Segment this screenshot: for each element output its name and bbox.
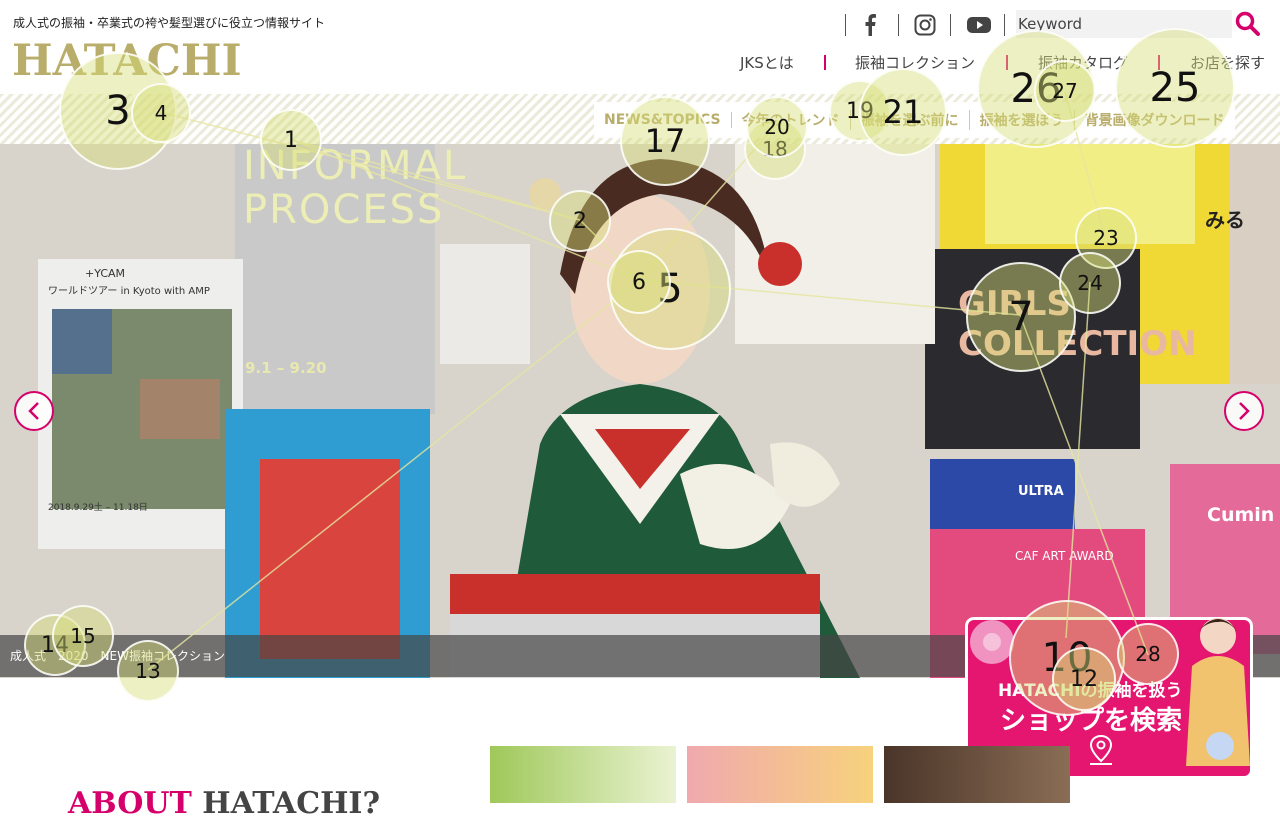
poster-date-range: 9.1 – 9.20 [245, 359, 327, 377]
annotation-marker: 27 [1034, 60, 1096, 122]
annotation-marker: 12 [1052, 647, 1116, 711]
annotation-marker: 2 [549, 190, 611, 252]
instagram-icon[interactable] [914, 12, 936, 38]
annotation-marker: 25 [1115, 28, 1235, 148]
search-icon[interactable] [1234, 10, 1262, 38]
map-pin-icon [1089, 734, 1113, 765]
divider [845, 14, 846, 36]
poster-ultra: ULTRA [1018, 484, 1064, 499]
annotation-marker: 6 [607, 250, 671, 314]
chevron-right-icon [1239, 402, 1250, 420]
next-slide-button[interactable] [1224, 391, 1264, 431]
divider [950, 14, 951, 36]
nav-jks[interactable]: JKSとは [740, 52, 794, 73]
poster-miru: みる [1205, 208, 1245, 232]
divider [824, 55, 826, 70]
annotation-marker: 21 [859, 68, 947, 156]
divider [1004, 14, 1005, 36]
thumbnail-3[interactable] [884, 746, 1070, 803]
poster-ycam-title: +YCAM [85, 267, 126, 280]
annotation-marker: 4 [131, 83, 191, 143]
model-thumbnail [1186, 618, 1250, 766]
thumbnail-1[interactable] [490, 746, 676, 803]
thumbnail-2[interactable] [687, 746, 873, 803]
poster-ycam-sub: ワールドツアー in Kyoto with AMP [48, 286, 210, 297]
youtube-icon[interactable] [967, 12, 991, 38]
about-heading: ABOUT HATACHI? [68, 786, 380, 821]
annotation-marker: 13 [117, 640, 179, 702]
about-word2: HATACHI? [202, 786, 381, 821]
site-tagline: 成人式の振袖・卒業式の袴や髪型選びに役立つ情報サイト [13, 16, 326, 30]
annotation-marker: 1 [260, 109, 322, 171]
annotation-marker: 15 [52, 605, 114, 667]
prev-slide-button[interactable] [14, 391, 54, 431]
about-word1: ABOUT [68, 786, 192, 821]
annotation-marker: 17 [620, 96, 710, 186]
annotation-marker: 24 [1059, 252, 1121, 314]
chevron-left-icon [28, 402, 39, 420]
poster-ycam-date: 2018.9.29土 – 11.18日 [48, 503, 148, 513]
facebook-icon[interactable] [862, 12, 878, 38]
poster-caf: CAF ART AWARD [1015, 549, 1114, 563]
divider [898, 14, 899, 36]
annotation-marker: 28 [1117, 623, 1179, 685]
poster-cumin: Cumin [1207, 504, 1275, 526]
annotation-marker: 20 [746, 96, 808, 158]
